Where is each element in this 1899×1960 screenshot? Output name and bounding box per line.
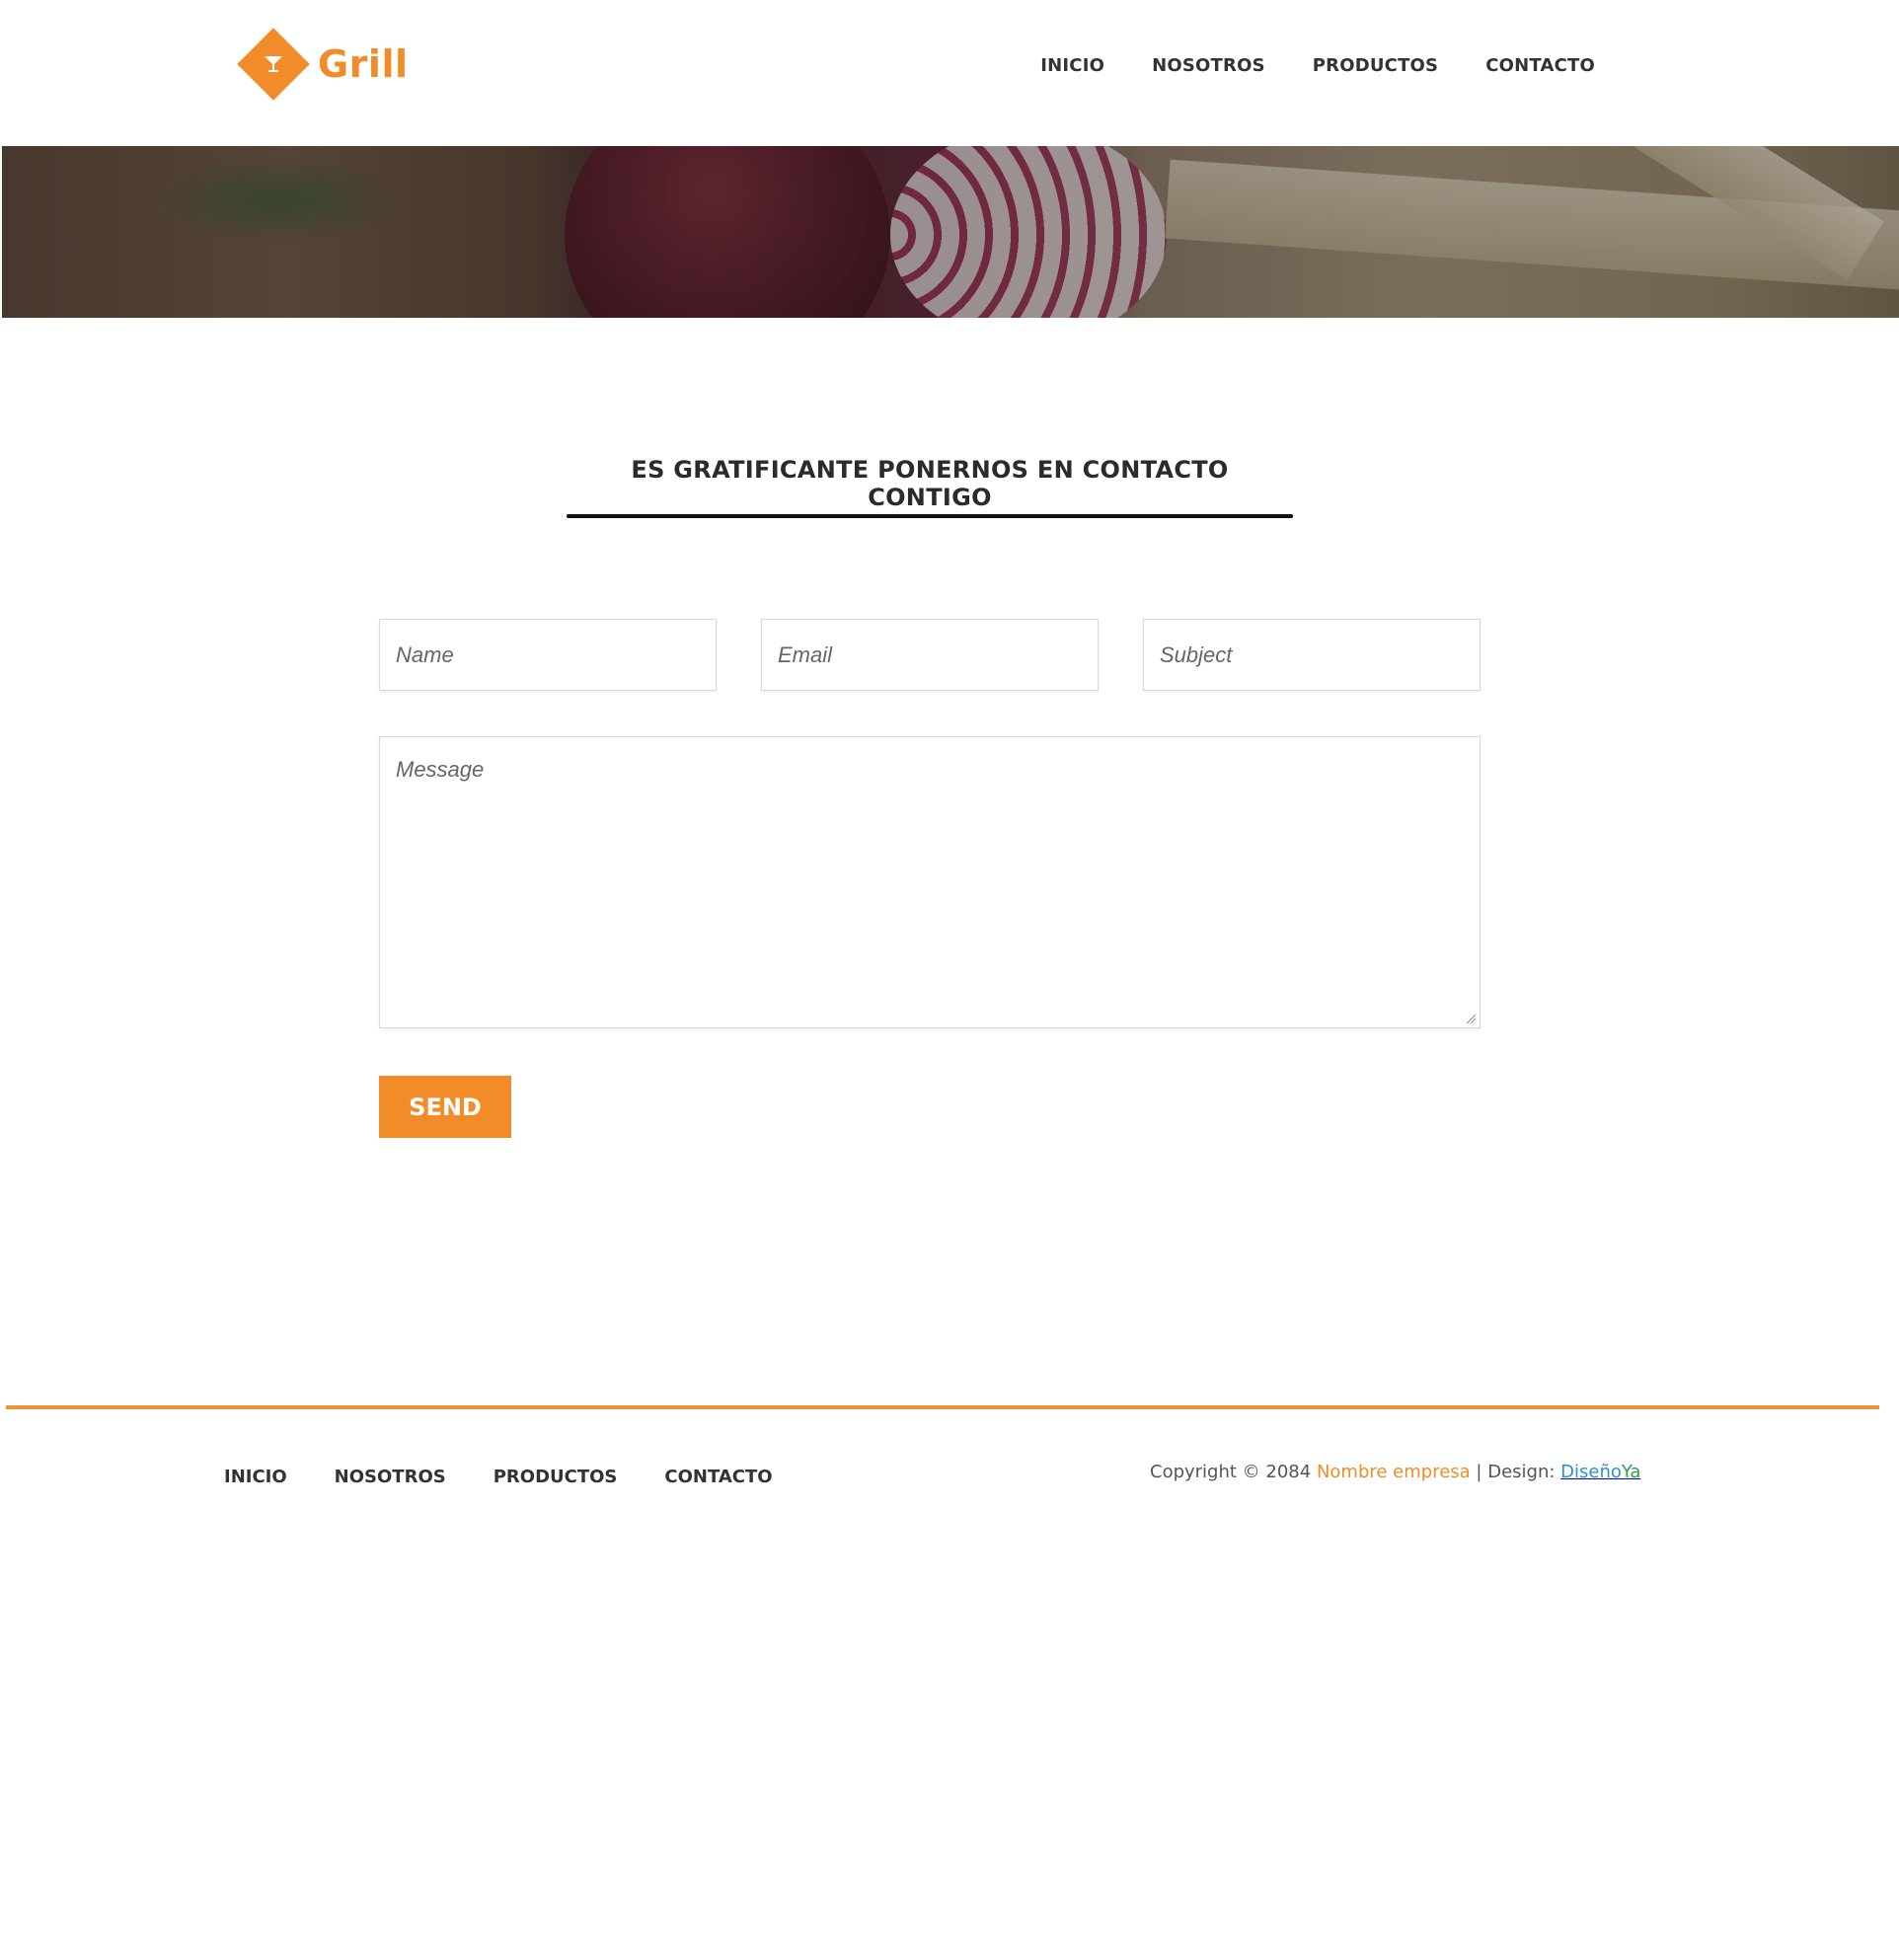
footer-nav-item-inicio[interactable]: INICIO <box>200 1467 311 1487</box>
company-link[interactable]: Nombre empresa <box>1317 1462 1471 1482</box>
email-input[interactable] <box>761 619 1099 691</box>
footer-nav-item-contacto[interactable]: CONTACTO <box>641 1467 796 1487</box>
send-button[interactable]: SEND <box>379 1076 511 1138</box>
designer-link[interactable]: DiseñoYa <box>1560 1462 1640 1482</box>
nav-item-nosotros[interactable]: NOSOTROS <box>1128 55 1289 76</box>
subject-input[interactable] <box>1143 619 1481 691</box>
design-separator: | Design: <box>1470 1462 1561 1482</box>
logo-text: Grill <box>318 42 409 86</box>
contact-heading: ES GRATIFICANTE PONERNOS EN CONTACTO CON… <box>631 456 1229 511</box>
copyright-prefix: Copyright © 2084 <box>1150 1462 1317 1482</box>
cocktail-glass-icon <box>265 56 282 72</box>
heading-underline <box>567 514 1293 518</box>
designer-link-part1: Diseño <box>1560 1462 1622 1482</box>
designer-link-part2: Ya <box>1621 1462 1641 1482</box>
footer-nav-item-nosotros[interactable]: NOSOTROS <box>311 1467 470 1487</box>
resize-grip-icon[interactable] <box>1465 1013 1477 1024</box>
message-textarea[interactable] <box>379 736 1481 1028</box>
logo[interactable]: Grill <box>235 26 409 103</box>
footer-nav-item-productos[interactable]: PRODUCTOS <box>470 1467 642 1487</box>
footer-divider <box>6 1405 1879 1409</box>
hero-banner-image <box>2 146 1899 318</box>
copyright-text: Copyright © 2084 Nombre empresa | Design… <box>1150 1462 1640 1482</box>
footer-nav: INICIO NOSOTROS PRODUCTOS CONTACTO <box>200 1467 797 1487</box>
nav-item-contacto[interactable]: CONTACTO <box>1462 55 1619 76</box>
site-header: Grill INICIO NOSOTROS PRODUCTOS CONTACTO <box>0 0 1899 146</box>
name-input[interactable] <box>379 619 717 691</box>
nav-item-productos[interactable]: PRODUCTOS <box>1289 55 1462 76</box>
main-nav: INICIO NOSOTROS PRODUCTOS CONTACTO <box>1017 55 1619 76</box>
logo-mark <box>235 26 312 103</box>
nav-item-inicio[interactable]: INICIO <box>1017 55 1128 76</box>
